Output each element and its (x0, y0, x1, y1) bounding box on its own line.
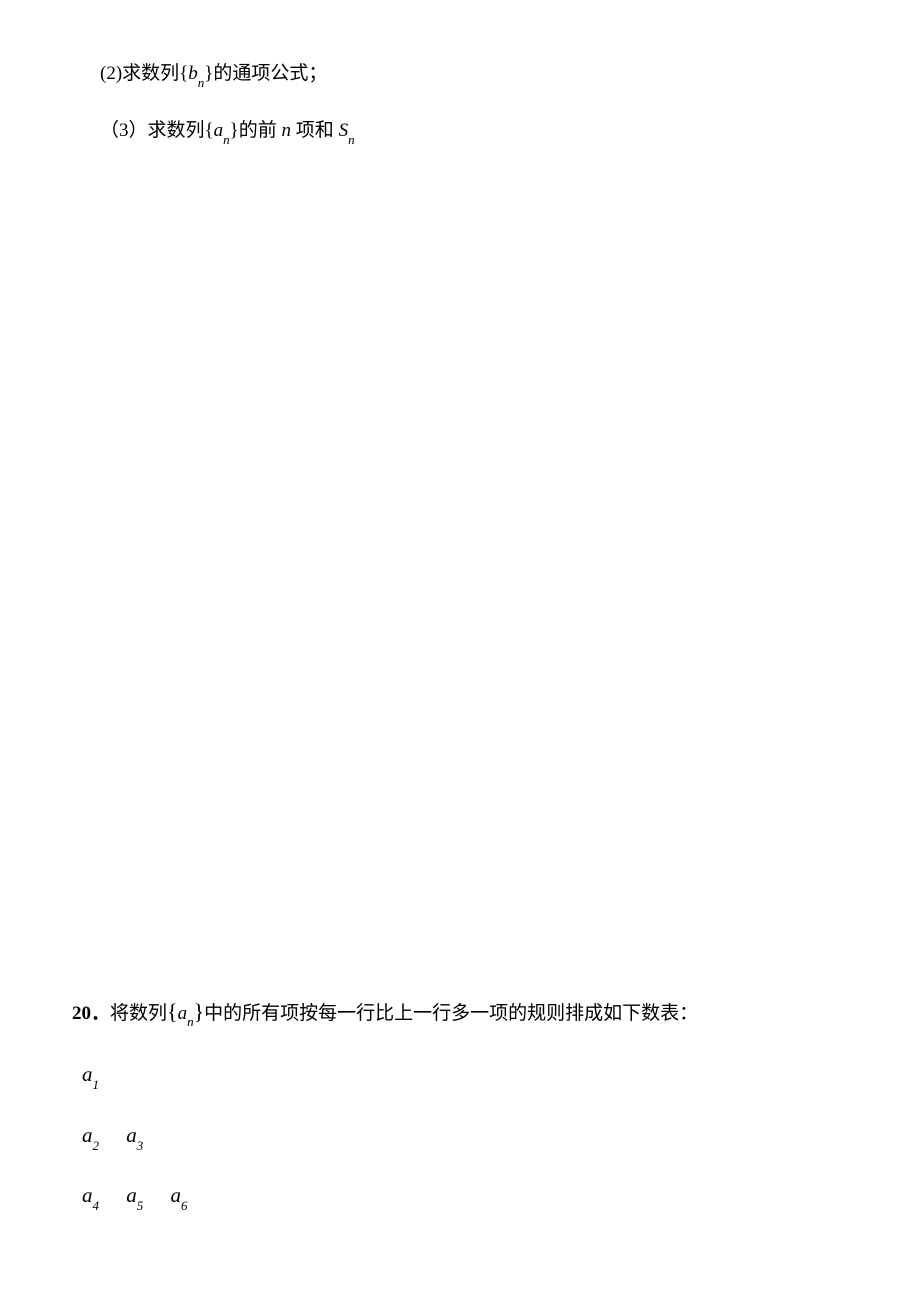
q19-part2: (2)求数列{bn}的通项公式； (100, 60, 840, 89)
brace-open: { (167, 999, 178, 1024)
part3-text2: 的前 (239, 120, 277, 141)
part2-text2: 的通项公式； (213, 63, 327, 84)
term-a5: a5 (126, 1180, 143, 1213)
part3-seq: {an} (205, 120, 239, 141)
q20-number: 20． (72, 1003, 110, 1024)
part3-text3: 项和 (296, 120, 334, 141)
q20-text2: 中的所有项按每一行比上一行多一项的规则排成如下数表： (204, 1003, 698, 1024)
term-sub: 2 (93, 1138, 100, 1153)
s-var: S (339, 120, 349, 141)
term-var: a (171, 1183, 182, 1207)
part3-text1: 求数列 (148, 120, 205, 141)
q20-line: 20．将数列{an}中的所有项按每一行比上一行多一项的规则排成如下数表： (72, 995, 840, 1029)
term-a1: a1 (82, 1059, 99, 1092)
brace-open: { (179, 63, 188, 84)
q19-part3: （3）求数列{an}的前 n 项和 Sn (100, 117, 840, 146)
term-a2: a2 (82, 1120, 99, 1153)
seq-var: a (178, 1003, 188, 1024)
term-sub: 5 (137, 1198, 144, 1213)
triangle-row-2: a2 a3 (82, 1120, 840, 1153)
part2-prefix: (2) (100, 63, 122, 84)
q20-text1: 将数列 (110, 1003, 167, 1024)
seq-var: a (214, 120, 224, 141)
seq-sub: n (223, 132, 230, 147)
part2-text1: 求数列 (122, 63, 179, 84)
seq-sub: n (187, 1014, 194, 1029)
term-var: a (126, 1183, 137, 1207)
brace-close: } (194, 999, 205, 1024)
seq-var: b (188, 63, 198, 84)
term-var: a (126, 1123, 137, 1147)
s-sub: n (348, 132, 355, 147)
term-var: a (82, 1123, 93, 1147)
triangle-row-1: a1 (82, 1059, 840, 1092)
term-a6: a6 (171, 1180, 188, 1213)
brace-open: { (205, 120, 214, 141)
term-sub: 6 (181, 1198, 188, 1213)
triangle-row-3: a4 a5 a6 (82, 1180, 840, 1213)
blank-workspace (100, 175, 840, 995)
part3-prefix: （3） (100, 120, 148, 141)
seq-sub: n (198, 75, 205, 90)
term-var: a (82, 1183, 93, 1207)
q20-seq: {an} (167, 1003, 204, 1024)
n-var: n (282, 120, 292, 141)
term-sub: 4 (93, 1198, 100, 1213)
term-sub: 3 (137, 1138, 144, 1153)
term-a3: a3 (126, 1120, 143, 1153)
brace-close: } (230, 120, 239, 141)
term-sub: 1 (93, 1077, 100, 1092)
term-var: a (82, 1062, 93, 1086)
term-a4: a4 (82, 1180, 99, 1213)
part2-seq: {bn} (179, 63, 213, 84)
